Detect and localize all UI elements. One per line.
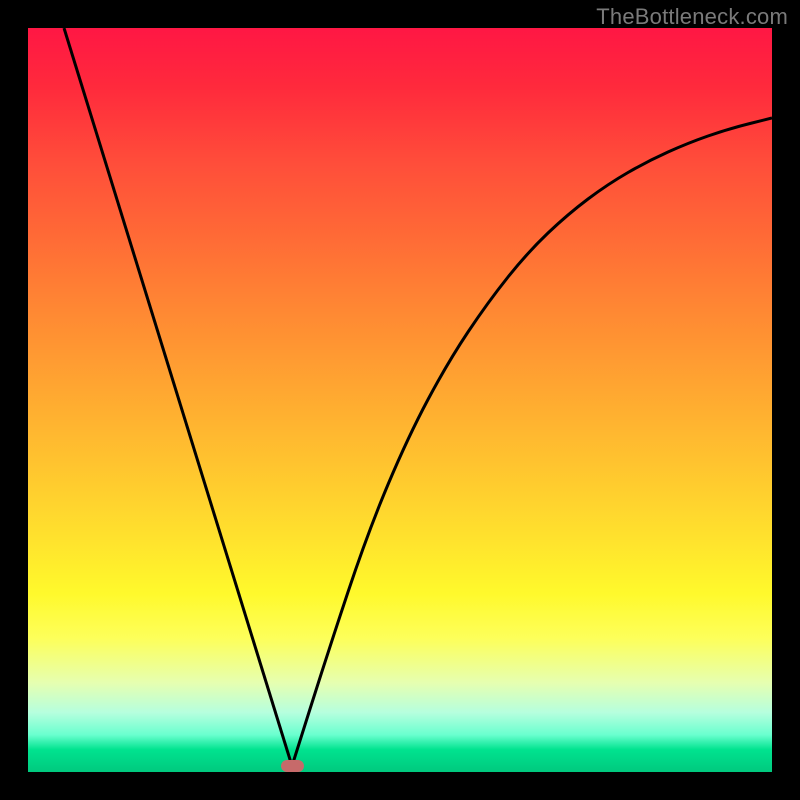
plot-area xyxy=(28,28,772,772)
curve-right-branch xyxy=(292,118,772,766)
optimal-marker xyxy=(281,760,304,772)
bottleneck-curve xyxy=(28,28,772,772)
watermark-text: TheBottleneck.com xyxy=(596,4,788,30)
curve-left-branch xyxy=(64,28,292,766)
chart-frame: TheBottleneck.com xyxy=(0,0,800,800)
